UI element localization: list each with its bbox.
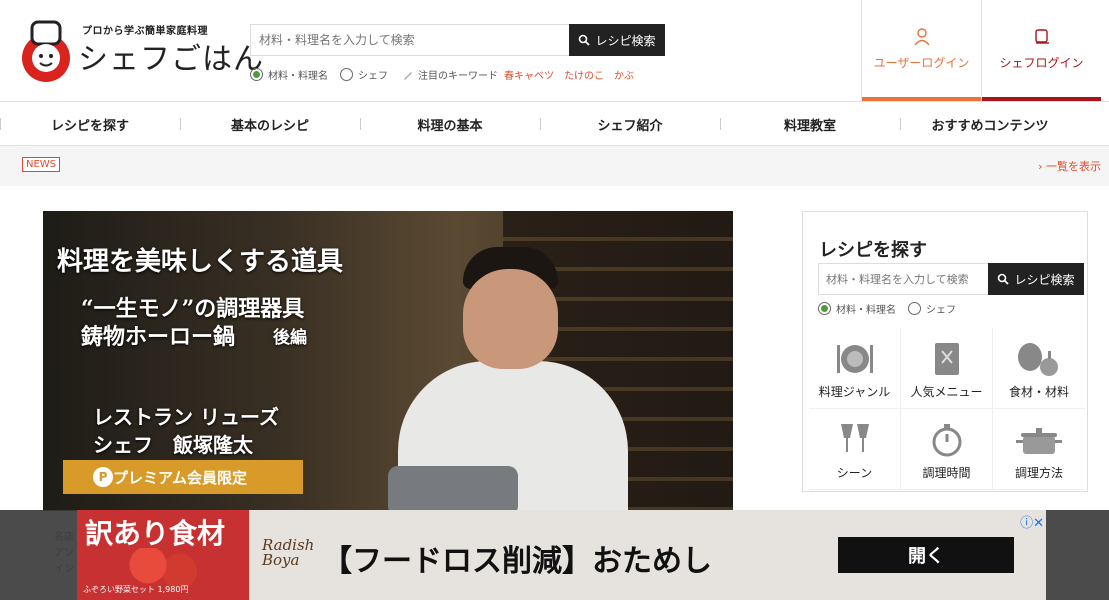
nav-item-label: レシピを探す — [50, 118, 129, 134]
keyword-link[interactable]: かぶ — [614, 67, 634, 82]
sidebar-search-button[interactable]: レシピ検索 — [988, 263, 1084, 295]
nav-item-chef-intro[interactable]: シェフ紹介 — [540, 102, 720, 146]
hero-product: 鋳物ホーロー鍋 — [81, 324, 236, 350]
pen-icon — [404, 71, 412, 80]
logo-name: シェフごはん — [78, 42, 264, 77]
site-logo[interactable]: プロから学ぶ簡単家庭料理 シェフごはん — [20, 18, 263, 84]
radio-chef-label: シェフ — [358, 71, 388, 82]
radio-chef[interactable] — [340, 68, 353, 81]
news-more-label: 一覧を表示 — [1046, 160, 1101, 173]
news-bar: NEWS › 一覧を表示 — [0, 146, 1109, 186]
user-login-button[interactable]: ユーザーログイン — [861, 0, 981, 101]
nav-item-label: 料理教室 — [783, 118, 836, 134]
category-label: 調理方法 — [1014, 466, 1063, 480]
plate-icon — [836, 345, 873, 373]
premium-label: プレミアム会員限定 — [113, 468, 247, 487]
hero-product-suffix: 後編 — [273, 328, 307, 348]
user-login-label: ユーザーログイン — [873, 56, 970, 70]
chef-mascot-icon — [22, 20, 70, 82]
category-popular-menu[interactable]: 人気メニュー — [901, 328, 993, 409]
category-label: 食材・材料 — [1008, 385, 1069, 399]
keyword-link[interactable]: 春キャベツ — [504, 67, 554, 82]
main-nav: レシピを探す 基本のレシピ 料理の基本 シェフ紹介 料理教室 おすすめコンテンツ — [0, 102, 1109, 146]
category-ingredients[interactable]: 食材・材料 — [993, 328, 1085, 409]
nav-item-label: シェフ紹介 — [597, 118, 663, 134]
hero-chef-name: シェフ 飯塚隆太 — [93, 433, 253, 457]
nav-item-cooking-basics[interactable]: 料理の基本 — [360, 102, 540, 146]
search-options: 材料・料理名 シェフ 注目のキーワード 春キャベツ たけのこ かぶ — [250, 67, 634, 82]
chef-login-underline — [982, 97, 1101, 101]
user-login-underline — [862, 97, 981, 101]
ad-open-button[interactable]: 開く — [838, 537, 1014, 573]
radio-ingredient[interactable] — [250, 68, 263, 81]
ad-brand-line: Boya — [262, 551, 300, 569]
ad-close-icon[interactable]: ⓘ✕ — [1020, 512, 1044, 531]
category-label: 料理ジャンル — [818, 385, 891, 399]
hero-title: 料理を美味しくする道具 — [57, 247, 344, 277]
nav-item-find-recipes[interactable]: レシピを探す — [0, 102, 180, 146]
ad-left-note: ふぞろい野菜セット 1,980円 — [83, 585, 189, 594]
nav-item-cooking-class[interactable]: 料理教室 — [720, 102, 900, 146]
category-label: 人気メニュー — [910, 385, 983, 399]
ad-left-title: 訳あり食材 — [85, 517, 226, 550]
wine-glasses-icon — [840, 424, 869, 452]
search-input[interactable] — [250, 24, 570, 56]
chevron-right-icon: › — [1038, 160, 1043, 173]
premium-icon: P — [93, 467, 113, 487]
sidebar-radio-ingredient[interactable] — [818, 302, 831, 315]
sidebar-search-input[interactable] — [818, 263, 993, 295]
search-icon — [998, 273, 1010, 285]
user-icon — [913, 28, 930, 46]
ad-brand-logo: Radish Boya — [262, 538, 314, 568]
news-badge: NEWS — [22, 157, 61, 172]
hero-banner[interactable]: 料理を美味しくする道具 “一生モノ”の調理器具 鋳物ホーロー鍋 後編 レストラン… — [43, 211, 733, 511]
sidebar-radio-ingredient-label: 材料・料理名 — [836, 305, 896, 316]
nav-item-basic-recipes[interactable]: 基本のレシピ — [180, 102, 360, 146]
nav-item-label: 料理の基本 — [417, 118, 483, 134]
sidebar-radio-chef[interactable] — [908, 302, 921, 315]
category-cooking-time[interactable]: 調理時間 — [901, 409, 993, 490]
category-genre[interactable]: 料理ジャンル — [809, 328, 901, 409]
sidebar-search-options: 材料・料理名 シェフ — [818, 301, 956, 316]
news-more-link[interactable]: › 一覧を表示 — [1038, 158, 1101, 174]
search-button-label: レシピ検索 — [595, 33, 656, 48]
vegetables-icon — [1018, 343, 1058, 376]
nav-item-label: 基本のレシピ — [230, 118, 309, 134]
sidebar-recipe-search: レシピを探す レシピ検索 材料・料理名 シェフ 料理ジャンル 人気メニュー 食材… — [802, 211, 1088, 492]
category-grid: 料理ジャンル 人気メニュー 食材・材料 シーン 調理時間 調理方法 — [809, 328, 1085, 490]
premium-badge: P プレミアム会員限定 — [63, 460, 303, 494]
chef-photo-face — [463, 269, 558, 369]
category-scene[interactable]: シーン — [809, 409, 901, 490]
category-label: シーン — [836, 466, 873, 480]
nav-item-recommended[interactable]: おすすめコンテンツ — [900, 102, 1080, 146]
stopwatch-icon — [932, 424, 961, 457]
sidebar-radio-chef-label: シェフ — [926, 305, 956, 316]
enamel-pot-image — [388, 466, 518, 511]
menu-book-icon — [934, 343, 959, 375]
ad-image: 訳あり食材 ふぞろい野菜セット 1,980円 — [77, 510, 249, 600]
ad-banner[interactable]: 訳あり食材 ふぞろい野菜セット 1,980円 Radish Boya 【フードロ… — [77, 510, 1046, 600]
sidebar-search-button-label: レシピ検索 — [1014, 272, 1075, 287]
header-search: レシピ検索 — [250, 24, 665, 56]
pot-icon — [1016, 428, 1062, 454]
keywords-label: 注目のキーワード — [418, 71, 498, 82]
search-button[interactable]: レシピ検索 — [569, 24, 665, 56]
chef-login-button[interactable]: シェフログイン — [981, 0, 1101, 101]
site-header: プロから学ぶ簡単家庭料理 シェフごはん レシピ検索 材料・料理名 シェフ 注目の… — [0, 0, 1109, 102]
bottom-ad-overlay: 訳あり食材 ふぞろい野菜セット 1,980円 Radish Boya 【フードロ… — [0, 510, 1109, 600]
chef-hat-icon — [1034, 29, 1049, 44]
radio-ingredient-label: 材料・料理名 — [268, 71, 328, 82]
category-cooking-method[interactable]: 調理方法 — [993, 409, 1085, 490]
ad-headline: 【フードロス削減】おためし — [322, 544, 712, 579]
chef-login-label: シェフログイン — [999, 56, 1084, 70]
hero-restaurant: レストラン リューズ — [93, 405, 279, 429]
search-icon — [579, 34, 591, 46]
keyword-link[interactable]: たけのこ — [564, 67, 604, 82]
nav-item-label: おすすめコンテンツ — [931, 118, 1049, 134]
category-label: 調理時間 — [922, 466, 971, 480]
sidebar-title: レシピを探す — [819, 240, 927, 261]
